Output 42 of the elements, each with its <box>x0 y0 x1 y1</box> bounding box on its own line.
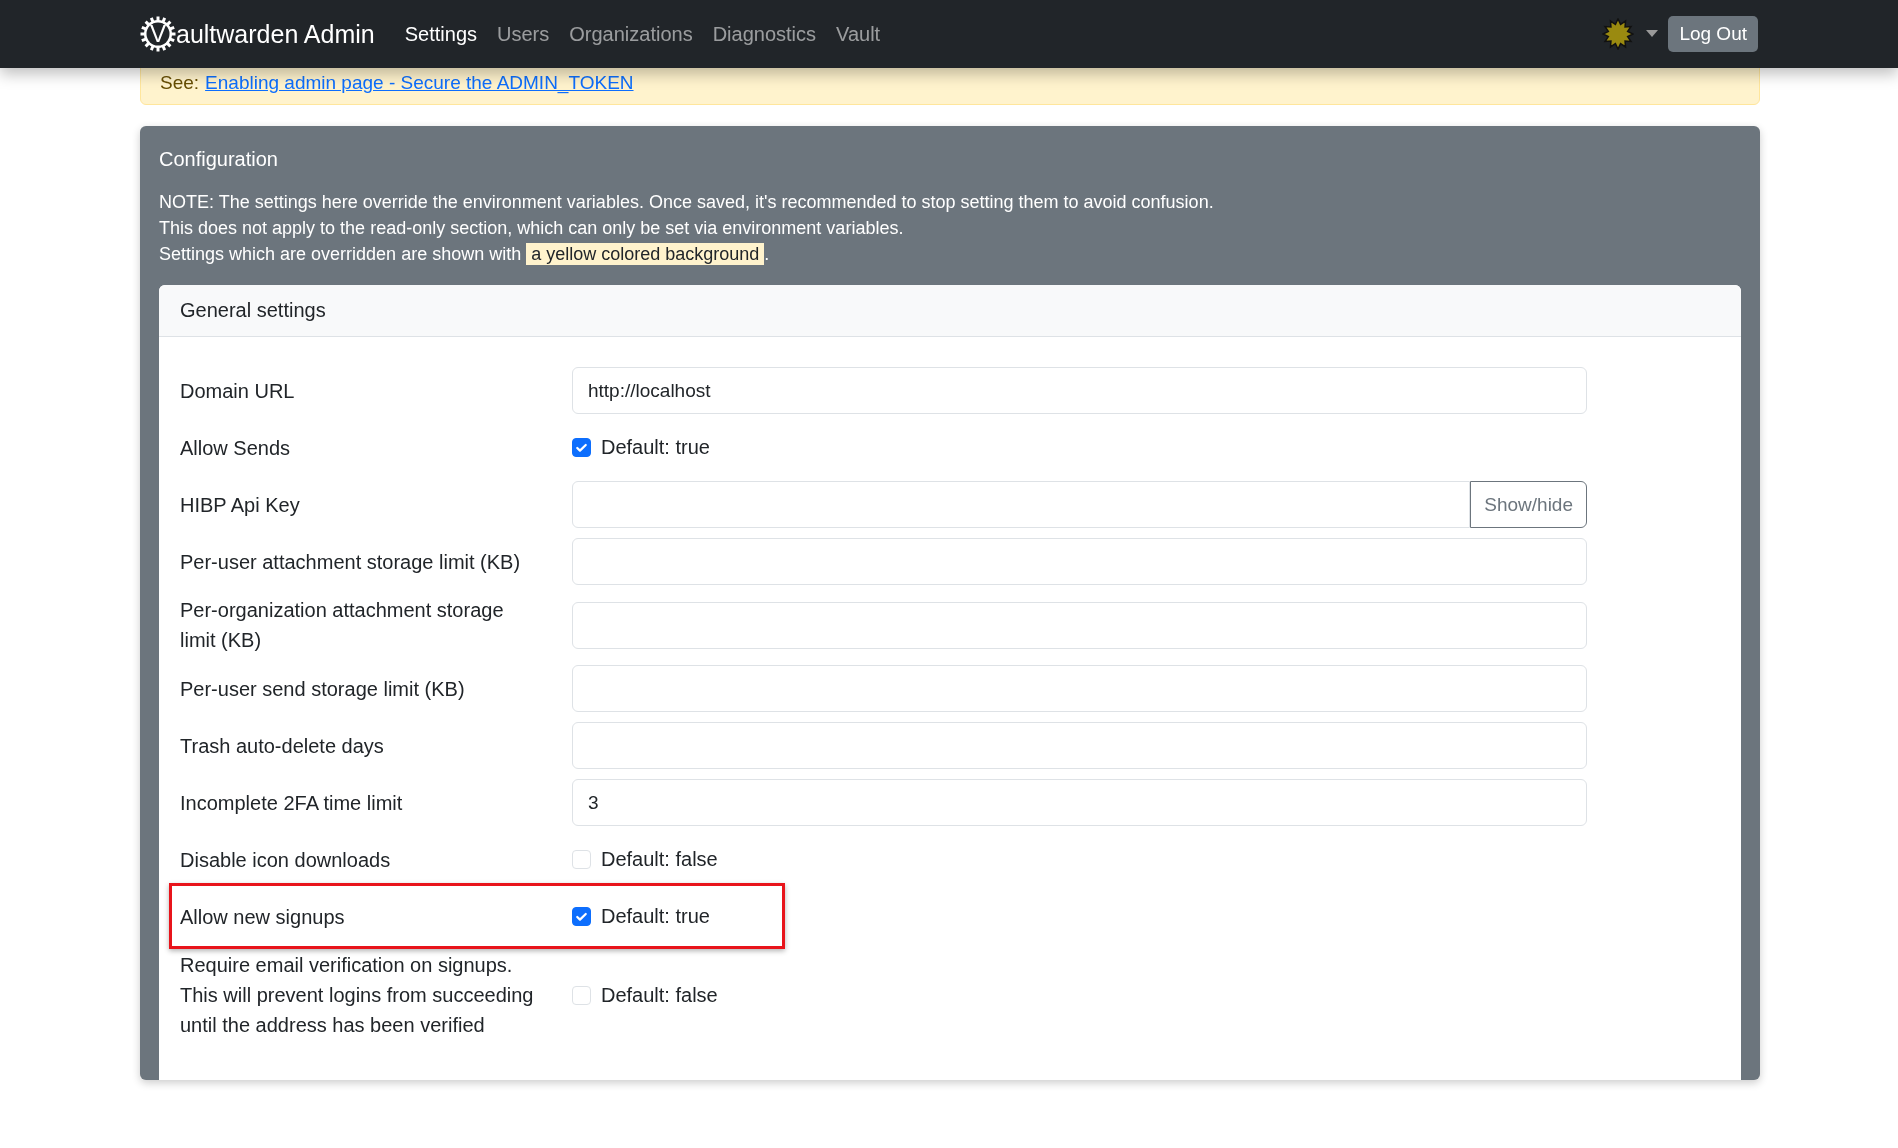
section-title[interactable]: General settings <box>159 285 1741 337</box>
setting-label: Trash auto-delete days <box>180 733 385 759</box>
note-text: Settings which are overridden are shown with <box>159 244 522 264</box>
note-text: This does not apply to the read-only section, which can only be set via environment variables. <box>159 217 905 240</box>
nav-link[interactable]: Diagnostics <box>702 22 827 46</box>
setting-label: Incomplete 2FA time limit <box>180 790 404 816</box>
default-caption: Default: false <box>601 848 718 871</box>
setting-label: Per-organization attachment storage limit (KB) <box>180 598 505 653</box>
default-caption: Default: true <box>601 905 710 928</box>
default-caption: Default: true <box>601 436 710 459</box>
setting-label: Disable icon downloads <box>180 847 392 873</box>
text-field[interactable] <box>572 601 1587 649</box>
text-field[interactable] <box>572 665 1587 712</box>
highlight-sample: a yellow colored background <box>526 243 765 265</box>
card-title: Configuration <box>159 148 279 171</box>
notice-link[interactable]: Enabling admin page - Secure the ADMIN_TOKEN <box>205 72 634 94</box>
logout-button[interactable]: Log Out <box>1668 16 1758 52</box>
nav-link[interactable]: Settings <box>394 22 487 46</box>
text-field[interactable]: http://localhost <box>572 367 1587 414</box>
notice-text: See: <box>160 72 200 94</box>
text-field[interactable] <box>572 538 1587 585</box>
setting-label: Allow new signups <box>180 904 346 930</box>
brand-title[interactable]: aultwarden Admin <box>176 19 375 49</box>
sun-icon[interactable] <box>1602 18 1635 50</box>
nav-link[interactable]: Organizations <box>559 22 703 46</box>
note-text: NOTE: The settings here override the environment variables. Once saved, it's recommended to stop setting them to avoid confusion. <box>159 191 1215 214</box>
setting-label: Allow Sends <box>180 435 292 461</box>
setting-label: Per-user send storage limit (KB) <box>180 676 466 702</box>
default-caption: Default: false <box>601 983 718 1007</box>
nav-link[interactable]: Vault <box>826 22 891 46</box>
checkbox[interactable] <box>572 907 591 926</box>
setting-label: HIBP Api Key <box>180 492 301 518</box>
setting-label: Require email verification on signups. This will prevent logins from succeeding until the address has been verified <box>180 953 535 1038</box>
note-text: . <box>764 244 770 264</box>
setting-label: Domain URL <box>180 378 296 404</box>
api-key-field[interactable] <box>572 481 1471 528</box>
checkbox[interactable] <box>572 438 591 457</box>
show-hide-button[interactable]: Show/hide <box>1470 481 1587 528</box>
text-field[interactable] <box>572 722 1587 769</box>
setting-label: Per-user attachment storage limit (KB) <box>180 549 522 575</box>
nav-link[interactable]: Users <box>487 22 560 46</box>
text-field[interactable]: 3 <box>572 779 1587 826</box>
